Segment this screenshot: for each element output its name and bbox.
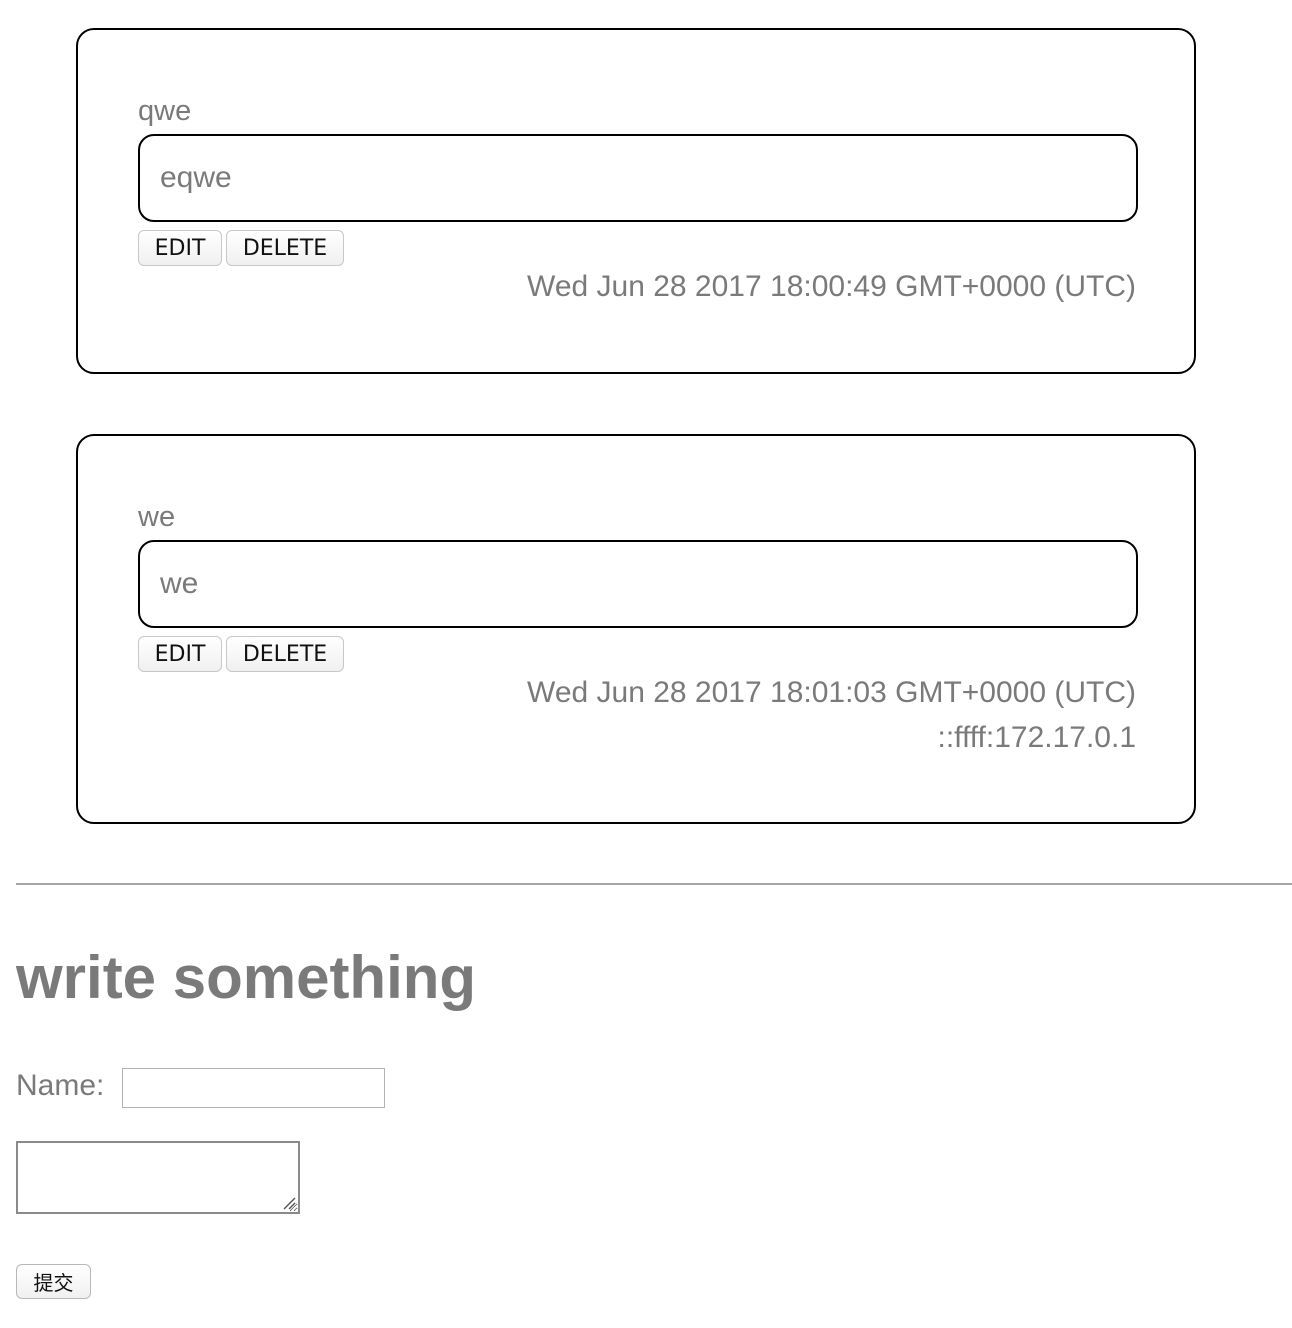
message-actions: EDIT DELETE (138, 636, 344, 672)
message-card: we we EDIT DELETE Wed Jun 28 2017 18:01:… (76, 434, 1196, 824)
edit-button[interactable]: EDIT (138, 636, 222, 672)
message-author: we (138, 501, 176, 533)
name-input[interactable] (122, 1068, 385, 1108)
message-author: qwe (138, 95, 192, 127)
message-timestamp: Wed Jun 28 2017 18:01:03 GMT+0000 (UTC) (527, 676, 1136, 709)
message-content-box: we (138, 540, 1138, 628)
form-title: write something (16, 944, 477, 1011)
page: qwe eqwe EDIT DELETE Wed Jun 28 2017 18:… (0, 0, 1292, 1328)
message-textarea[interactable] (16, 1141, 300, 1214)
resize-handle-icon[interactable] (280, 1194, 296, 1210)
submit-button[interactable]: 提交 (16, 1264, 91, 1299)
message-card: qwe eqwe EDIT DELETE Wed Jun 28 2017 18:… (76, 28, 1196, 374)
message-content: we (160, 567, 199, 600)
name-label: Name: (16, 1069, 105, 1102)
message-timestamp: Wed Jun 28 2017 18:00:49 GMT+0000 (UTC) (527, 270, 1136, 303)
message-content: eqwe (160, 161, 232, 194)
message-ip-address: ::ffff:172.17.0.1 (937, 721, 1136, 754)
divider (16, 883, 1292, 885)
delete-button[interactable]: DELETE (226, 230, 344, 266)
message-actions: EDIT DELETE (138, 230, 344, 266)
delete-button[interactable]: DELETE (226, 636, 344, 672)
message-content-box: eqwe (138, 134, 1138, 222)
edit-button[interactable]: EDIT (138, 230, 222, 266)
